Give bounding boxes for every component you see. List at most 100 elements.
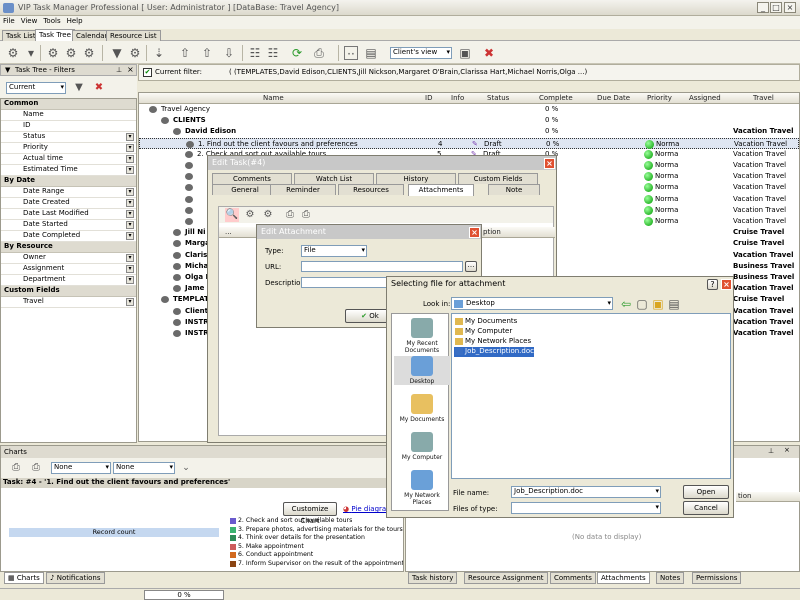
filter-preset-select[interactable]: Current ▾ (6, 82, 66, 94)
chart-options-icon[interactable]: ⌄ (179, 461, 193, 475)
filter-row[interactable]: Date Range ▾ (1, 187, 136, 198)
cancel-button[interactable]: Cancel (683, 501, 729, 515)
filter-dropdown-icon[interactable]: ▾ (126, 221, 134, 229)
file-item[interactable]: My Network Places (454, 337, 531, 347)
move-up2-icon[interactable]: ⇧ (200, 46, 214, 60)
place-desktop[interactable]: Desktop (394, 356, 450, 385)
edit-task-icon[interactable]: ⚙ (82, 46, 96, 60)
indent-icon[interactable]: ⇣ (152, 46, 166, 60)
look-in-select[interactable]: Desktop ▾ (451, 297, 613, 310)
filter-row[interactable]: Date Last Modified ▾ (1, 209, 136, 220)
pin-icon[interactable]: ⊥ (768, 447, 774, 455)
url-input[interactable] (301, 261, 463, 272)
filter-icon[interactable]: ▼ (110, 46, 124, 60)
dropdown-arrow-icon[interactable]: ▾ (24, 46, 38, 60)
view-menu-icon[interactable]: ▤ (667, 297, 681, 311)
move-down-icon[interactable]: ⇩ (222, 46, 236, 60)
filter-row[interactable]: Date Started ▾ (1, 220, 136, 231)
menu-tools[interactable]: Tools (40, 16, 63, 26)
col-priority[interactable]: Priority (647, 94, 672, 102)
edit-task-close-icon[interactable]: × (544, 158, 555, 169)
type-select[interactable]: File ▾ (301, 245, 367, 257)
filter-row[interactable]: Department ▾ (1, 275, 136, 286)
col-info[interactable]: Info (451, 94, 464, 102)
filter-row[interactable]: Estimated Time ▾ (1, 165, 136, 176)
place-my-documents[interactable]: My Documents (394, 394, 450, 423)
filter-dropdown-icon[interactable]: ▾ (126, 199, 134, 207)
maximize-icon[interactable]: □ (770, 2, 782, 13)
help-icon[interactable]: ? (707, 279, 718, 290)
bottom-tab-resource-assignment[interactable]: Resource Assignment (464, 572, 548, 584)
tree2-icon[interactable]: ☷ (266, 46, 280, 60)
chart-select-1[interactable]: None ▾ (51, 462, 111, 474)
up-folder-icon[interactable]: ▢ (635, 297, 649, 311)
edit-task-tab[interactable]: History (376, 173, 456, 184)
filter-section-header[interactable]: Common (1, 99, 136, 110)
filter-row[interactable]: Date Created ▾ (1, 198, 136, 209)
preview-icon[interactable]: ⎙ (29, 461, 43, 475)
place-my-computer[interactable]: My Computer (394, 432, 450, 461)
filter-dropdown-icon[interactable]: ▾ (126, 166, 134, 174)
print-icon[interactable]: ⎙ (9, 461, 23, 475)
col-name[interactable]: Name (263, 94, 284, 102)
browse-button[interactable]: … (465, 261, 477, 272)
edit-task-tab[interactable]: General (212, 184, 278, 195)
move-up-icon[interactable]: ⇧ (178, 46, 192, 60)
bottom-tab-notifications[interactable]: ♪ Notifications (46, 572, 105, 584)
filter-row[interactable]: Owner ▾ (1, 253, 136, 264)
bottom-tab-charts[interactable]: ▦ Charts (4, 572, 44, 584)
filter-row[interactable]: Assignment ▾ (1, 264, 136, 275)
edit-attachment-close-icon[interactable]: × (469, 227, 480, 238)
menu-help[interactable]: Help (64, 16, 86, 26)
filter-dropdown-icon[interactable]: ▾ (126, 155, 134, 163)
filter-row[interactable]: Actual time ▾ (1, 154, 136, 165)
split-icon[interactable]: ·· (344, 46, 358, 61)
filter-row[interactable]: Travel ▾ (1, 297, 136, 308)
pie-diagram-link[interactable]: ◕ Pie diagra (343, 505, 386, 513)
col-travel[interactable]: Travel (753, 94, 774, 102)
attach-search-icon[interactable]: 🔍 (225, 208, 239, 222)
filter-dropdown-icon[interactable]: ▾ (126, 133, 134, 141)
filter-section-header[interactable]: By Resource (1, 242, 136, 253)
view-select[interactable]: Client's view ▾ (390, 47, 452, 59)
filter-dropdown-icon[interactable]: ▾ (126, 298, 134, 306)
col-id[interactable]: ID (425, 94, 432, 102)
columns-icon[interactable]: ▤ (364, 46, 378, 60)
customize-chart-button[interactable]: Customize Chart (283, 502, 337, 525)
table-row[interactable]: David Edison 0 % Vacation Travel (139, 126, 799, 137)
bottom-tab-attachments[interactable]: Attachments (597, 572, 650, 584)
col-due-date[interactable]: Due Date (597, 94, 630, 102)
place-my-recent-documents[interactable]: My Recent Documents (394, 318, 450, 354)
filter-save-icon[interactable]: ▼ (72, 81, 86, 95)
filter-row[interactable]: Date Completed ▾ (1, 231, 136, 242)
minimize-icon[interactable]: _ (757, 2, 769, 13)
close-panel-icon[interactable]: × (127, 65, 134, 74)
tab-task-tree[interactable]: Task Tree (35, 29, 75, 41)
tab-resource-list[interactable]: Resource List (106, 30, 161, 41)
edit-task-tab[interactable]: Watch List (294, 173, 374, 184)
close-panel-icon[interactable]: × (784, 446, 790, 454)
filter-dropdown-icon[interactable]: ▾ (126, 265, 134, 273)
remove-view-icon[interactable]: ✖ (482, 46, 496, 60)
attach-add-icon[interactable]: ⚙ (243, 208, 257, 222)
col-assigned[interactable]: Assigned (689, 94, 721, 102)
bottom-tab-comments[interactable]: Comments (550, 572, 596, 584)
file-dialog-close-icon[interactable]: × (721, 279, 732, 290)
table-row[interactable]: 1. Find out the client favours and prefe… (139, 137, 799, 149)
edit-task-tab[interactable]: Reminder (270, 184, 336, 195)
filter-section-header[interactable]: By Date (1, 176, 136, 187)
edit-task-tab[interactable]: Resources (338, 184, 404, 195)
tree-icon[interactable]: ☷ (248, 46, 262, 60)
edit-task-tab[interactable]: Custom Fields (458, 173, 538, 184)
add-subtask-icon[interactable]: ⚙ (64, 46, 78, 60)
filter-row[interactable]: Priority ▾ (1, 143, 136, 154)
filter-dropdown-icon[interactable]: ▾ (126, 232, 134, 240)
place-my-network-places[interactable]: My Network Places (394, 470, 450, 506)
col-status[interactable]: Status (487, 94, 509, 102)
refresh-icon[interactable]: ⟳ (290, 46, 304, 60)
bottom-tab-permissions[interactable]: Permissions (692, 572, 742, 584)
filter-section-header[interactable]: Custom Fields (1, 286, 136, 297)
attach-preview-icon[interactable]: ⎙ (299, 208, 313, 222)
add-task-icon[interactable]: ⚙ (46, 46, 60, 60)
new-folder-icon[interactable]: ▣ (651, 297, 665, 311)
